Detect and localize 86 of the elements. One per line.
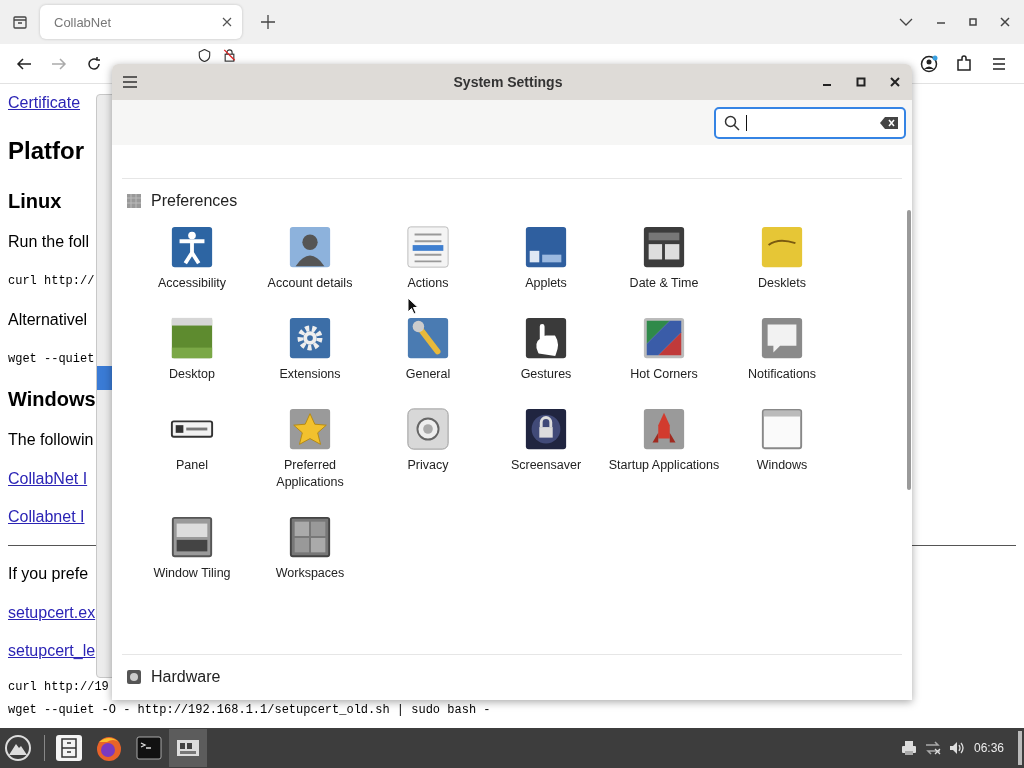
page-heading: Platfor (8, 137, 84, 165)
calendar-icon (641, 224, 687, 270)
paragraph: Run the foll (8, 233, 89, 251)
paragraph: Alternativel (8, 311, 88, 329)
firefox-icon[interactable] (95, 734, 123, 762)
note-icon (759, 224, 805, 270)
network-icon[interactable] (923, 739, 942, 757)
code-line: curl http://19 (8, 679, 109, 696)
settings-item[interactable]: Gestures (487, 315, 605, 383)
puzzle-icon[interactable] (955, 54, 973, 73)
settings-item[interactable]: Notifications (723, 315, 841, 383)
gear-icon (287, 315, 333, 361)
clear-icon[interactable] (880, 116, 898, 129)
close-icon[interactable] (890, 77, 900, 87)
settings-item[interactable]: Hot Corners (605, 315, 723, 383)
hand-icon (523, 315, 569, 361)
search-field[interactable] (714, 106, 906, 139)
settings-item[interactable]: Panel (133, 406, 251, 491)
mouse-pointer-icon (407, 297, 419, 315)
section-heading: Windows (8, 387, 96, 411)
settings-item[interactable]: Preferred Applications (251, 406, 369, 491)
window-icon (523, 224, 569, 270)
accessibility-icon (169, 224, 215, 270)
list-icon (405, 224, 451, 270)
padlock-icon (523, 406, 569, 452)
section-title: Preferences (151, 192, 238, 210)
chat-icon (759, 315, 805, 361)
settings-item[interactable]: Privacy (369, 406, 487, 491)
settings-item[interactable]: Screensaver (487, 406, 605, 491)
taskbar-button[interactable] (169, 729, 207, 767)
close-icon[interactable] (222, 17, 232, 27)
corners-icon (641, 315, 687, 361)
settings-item[interactable]: Extensions (251, 315, 369, 383)
paragraph: The followin (8, 431, 94, 449)
settings-item[interactable]: Desklets (723, 224, 841, 292)
settings-item[interactable]: Desktop (133, 315, 251, 383)
mountain-logo-icon[interactable] (4, 734, 32, 762)
close-icon[interactable] (1000, 17, 1010, 27)
settings-item[interactable]: General (369, 315, 487, 383)
settings-item[interactable]: Accessibility (133, 224, 251, 292)
settings-item[interactable]: Applets (487, 224, 605, 292)
grid-icon (126, 193, 142, 209)
code-line: wget --quiet (8, 352, 95, 366)
search-icon (724, 114, 740, 131)
account-icon[interactable] (920, 54, 938, 73)
settings-item[interactable]: Actions (369, 224, 487, 292)
wrench-icon (405, 315, 451, 361)
section-title: Hardware (151, 668, 221, 686)
tab-list-icon[interactable] (12, 14, 28, 30)
settings-item[interactable]: Startup Applications (605, 406, 723, 491)
file-cabinet-icon[interactable] (55, 734, 83, 762)
settings-item[interactable]: Account details (251, 224, 369, 292)
new-tab-icon[interactable] (260, 14, 276, 30)
code-line: curl http:// (8, 274, 95, 288)
window-icon (759, 406, 805, 452)
rocket-icon (641, 406, 687, 452)
browser-tab[interactable]: CollabNet (40, 5, 242, 39)
page-link[interactable]: setupcert_le (8, 642, 96, 660)
settings-item[interactable]: Windows (723, 406, 841, 491)
back-icon[interactable] (16, 55, 32, 72)
landscape-icon (169, 315, 215, 361)
terminal-icon[interactable] (135, 734, 163, 762)
section-heading: Linux (8, 189, 62, 213)
crossed-lock-icon[interactable] (223, 49, 236, 62)
dial-icon (405, 406, 451, 452)
clock[interactable]: 06:36 (973, 741, 1004, 755)
settings-item[interactable]: Date & Time (605, 224, 723, 292)
menu-icon[interactable] (122, 74, 138, 90)
page-link[interactable]: CollabNet I (8, 470, 88, 488)
maximize-icon[interactable] (968, 17, 978, 27)
code-line: wget --quiet -O - http://192.168.1.1/setupcert_old.sh | sudo bash - (8, 702, 491, 719)
printer-icon[interactable] (899, 739, 918, 757)
maximize-icon[interactable] (856, 77, 866, 87)
scrollbar[interactable] (907, 210, 911, 490)
page-link[interactable]: setupcert.ex (8, 604, 96, 622)
window-title: System Settings (452, 74, 564, 90)
tiling-icon (169, 514, 215, 560)
reload-icon[interactable] (86, 55, 102, 72)
settings-item[interactable]: Window Tiling (133, 514, 251, 582)
person-icon (287, 224, 333, 270)
shield-icon (198, 49, 211, 62)
page-link[interactable]: Certificate (8, 94, 81, 112)
page-link[interactable]: Collabnet I (8, 508, 85, 526)
settings-item[interactable]: Workspaces (251, 514, 369, 582)
paragraph: If you prefe (8, 565, 89, 583)
grid-icon (287, 514, 333, 560)
